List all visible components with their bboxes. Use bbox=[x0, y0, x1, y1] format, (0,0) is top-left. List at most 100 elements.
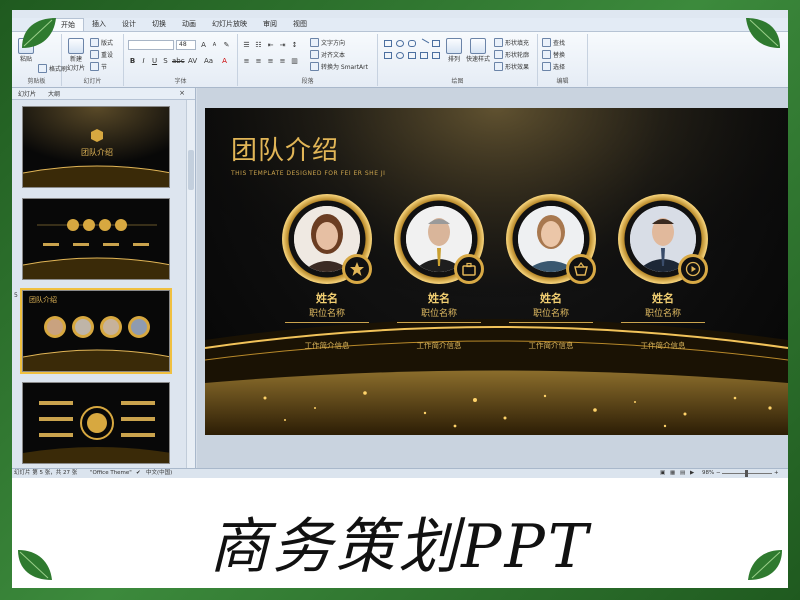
section-button[interactable]: 节 bbox=[90, 62, 107, 71]
shape-effects-button[interactable]: 形状效果 bbox=[494, 62, 529, 71]
shape-fill-button[interactable]: 形状填充 bbox=[494, 38, 529, 47]
grow-font-button[interactable]: A bbox=[199, 40, 208, 50]
brace-shape-icon[interactable] bbox=[432, 52, 440, 59]
tab-insert[interactable]: 插入 bbox=[84, 18, 114, 31]
new-slide-icon bbox=[68, 38, 84, 54]
scrollbar-thumb[interactable] bbox=[188, 150, 194, 190]
slideshow-view-icon[interactable]: ▶ bbox=[690, 469, 694, 478]
basket-badge[interactable] bbox=[566, 254, 596, 284]
member-info[interactable]: 工作简介信息 bbox=[389, 340, 489, 351]
triangle-shape-icon[interactable] bbox=[408, 52, 416, 59]
numbering-button[interactable]: ☷ bbox=[254, 40, 263, 50]
find-button[interactable]: 查找 bbox=[542, 38, 565, 47]
reading-view-icon[interactable]: ▤ bbox=[680, 469, 685, 478]
increase-indent-button[interactable]: ⇥ bbox=[278, 40, 287, 50]
replace-icon bbox=[542, 50, 551, 59]
normal-view-icon[interactable]: ▣ bbox=[660, 469, 665, 478]
language-indicator[interactable]: 中文(中国) bbox=[146, 469, 172, 478]
textbox-shape-icon[interactable] bbox=[432, 40, 440, 47]
member-info[interactable]: 工作简介信息 bbox=[277, 340, 377, 351]
arrange-button[interactable]: 排列 bbox=[446, 38, 462, 63]
oval-shape-icon[interactable] bbox=[396, 40, 404, 47]
arrow-shape-icon[interactable] bbox=[384, 52, 392, 59]
strikethrough-button[interactable]: abc bbox=[172, 56, 185, 66]
align-text-button[interactable]: 对齐文本 bbox=[310, 50, 345, 59]
tab-slides[interactable]: 幻灯片 bbox=[12, 89, 42, 98]
member-name[interactable]: 姓名 bbox=[277, 290, 377, 306]
tab-slideshow[interactable]: 幻灯片放映 bbox=[204, 18, 255, 31]
rounded-rect-shape-icon[interactable] bbox=[408, 40, 416, 47]
rectangle-shape-icon[interactable] bbox=[384, 40, 392, 47]
member-role[interactable]: 职位名称 bbox=[501, 306, 601, 319]
tab-animations[interactable]: 动画 bbox=[174, 18, 204, 31]
slide-thumbnail-1[interactable]: 团队介绍 bbox=[22, 106, 170, 188]
line-shape-icon[interactable] bbox=[418, 38, 430, 49]
new-slide-button[interactable]: 新建 幻灯片 bbox=[66, 38, 86, 72]
underline-button[interactable]: U bbox=[150, 56, 159, 66]
slide-title[interactable]: 团队介绍 bbox=[231, 130, 339, 167]
tab-outline[interactable]: 大纲 bbox=[42, 89, 66, 98]
slide-thumbnail-4[interactable] bbox=[22, 382, 170, 464]
zoom-out-icon[interactable]: − bbox=[716, 469, 721, 478]
shrink-font-button[interactable]: A bbox=[210, 40, 219, 50]
zoom-slider-knob[interactable] bbox=[745, 470, 748, 477]
zoom-level[interactable]: 98% bbox=[702, 469, 714, 478]
quick-styles-button[interactable]: 快速样式 bbox=[466, 38, 490, 63]
spellcheck-icon[interactable]: ✔ bbox=[136, 469, 141, 478]
star-badge[interactable] bbox=[342, 254, 372, 284]
zoom-in-icon[interactable]: + bbox=[774, 469, 779, 478]
member-info[interactable]: 工作简介信息 bbox=[501, 340, 601, 351]
align-left-button[interactable]: ≡ bbox=[242, 56, 251, 66]
align-center-button[interactable]: ≡ bbox=[254, 56, 263, 66]
font-name-combo[interactable] bbox=[128, 40, 174, 50]
bold-button[interactable]: B bbox=[128, 56, 137, 66]
current-slide[interactable]: 团队介绍 THIS TEMPLATE DESIGNED FOR FEI ER S… bbox=[205, 108, 788, 435]
font-color-button[interactable]: A bbox=[220, 56, 229, 66]
text-direction-button[interactable]: 文字方向 bbox=[310, 38, 345, 47]
slide-thumbnail-3[interactable]: 团队介绍 bbox=[20, 288, 172, 374]
briefcase-badge[interactable] bbox=[454, 254, 484, 284]
layout-button[interactable]: 版式 bbox=[90, 38, 113, 47]
select-button[interactable]: 选择 bbox=[542, 62, 565, 71]
tab-transitions[interactable]: 切换 bbox=[144, 18, 174, 31]
columns-button[interactable]: ▥ bbox=[290, 56, 299, 66]
line-spacing-button[interactable]: ↕ bbox=[290, 40, 299, 50]
circle-shape-icon[interactable] bbox=[396, 52, 404, 59]
star-shape-icon[interactable] bbox=[420, 52, 428, 59]
member-role[interactable]: 职位名称 bbox=[613, 306, 713, 319]
divider bbox=[285, 322, 369, 323]
decrease-indent-button[interactable]: ⇤ bbox=[266, 40, 275, 50]
italic-button[interactable]: I bbox=[139, 56, 148, 66]
member-role[interactable]: 职位名称 bbox=[389, 306, 489, 319]
member-name[interactable]: 姓名 bbox=[613, 290, 713, 306]
basket-icon bbox=[574, 262, 588, 276]
play-badge[interactable] bbox=[678, 254, 708, 284]
bullets-button[interactable]: ☰ bbox=[242, 40, 251, 50]
replace-button[interactable]: 替换 bbox=[542, 50, 565, 59]
spacing-button[interactable]: AV bbox=[188, 56, 197, 66]
divider bbox=[397, 322, 481, 323]
reset-button[interactable]: 重设 bbox=[90, 50, 113, 59]
slide-thumbnail-2[interactable] bbox=[22, 198, 170, 280]
member-info[interactable]: 工作简介信息 bbox=[613, 340, 713, 351]
sorter-view-icon[interactable]: ▦ bbox=[670, 469, 675, 478]
slides-panel-scrollbar[interactable] bbox=[186, 100, 195, 468]
tab-review[interactable]: 审阅 bbox=[255, 18, 285, 31]
shape-outline-button[interactable]: 形状轮廓 bbox=[494, 50, 529, 59]
divider bbox=[509, 322, 593, 323]
member-role[interactable]: 职位名称 bbox=[277, 306, 377, 319]
theme-name[interactable]: "Office Theme" bbox=[90, 469, 132, 478]
clear-format-button[interactable]: ✎ bbox=[222, 40, 231, 50]
member-name[interactable]: 姓名 bbox=[389, 290, 489, 306]
font-size-combo[interactable]: 48 bbox=[176, 40, 196, 50]
smartart-button[interactable]: 转换为 SmartArt bbox=[310, 62, 368, 71]
align-right-button[interactable]: ≡ bbox=[266, 56, 275, 66]
change-case-button[interactable]: Aa bbox=[204, 56, 213, 66]
shadow-button[interactable]: S bbox=[161, 56, 170, 66]
slide-subtitle[interactable]: THIS TEMPLATE DESIGNED FOR FEI ER SHE JI bbox=[231, 170, 385, 177]
tab-design[interactable]: 设计 bbox=[114, 18, 144, 31]
member-name[interactable]: 姓名 bbox=[501, 290, 601, 306]
tab-view[interactable]: 视图 bbox=[285, 18, 315, 31]
justify-button[interactable]: ≡ bbox=[278, 56, 287, 66]
close-icon[interactable]: × bbox=[173, 89, 191, 97]
